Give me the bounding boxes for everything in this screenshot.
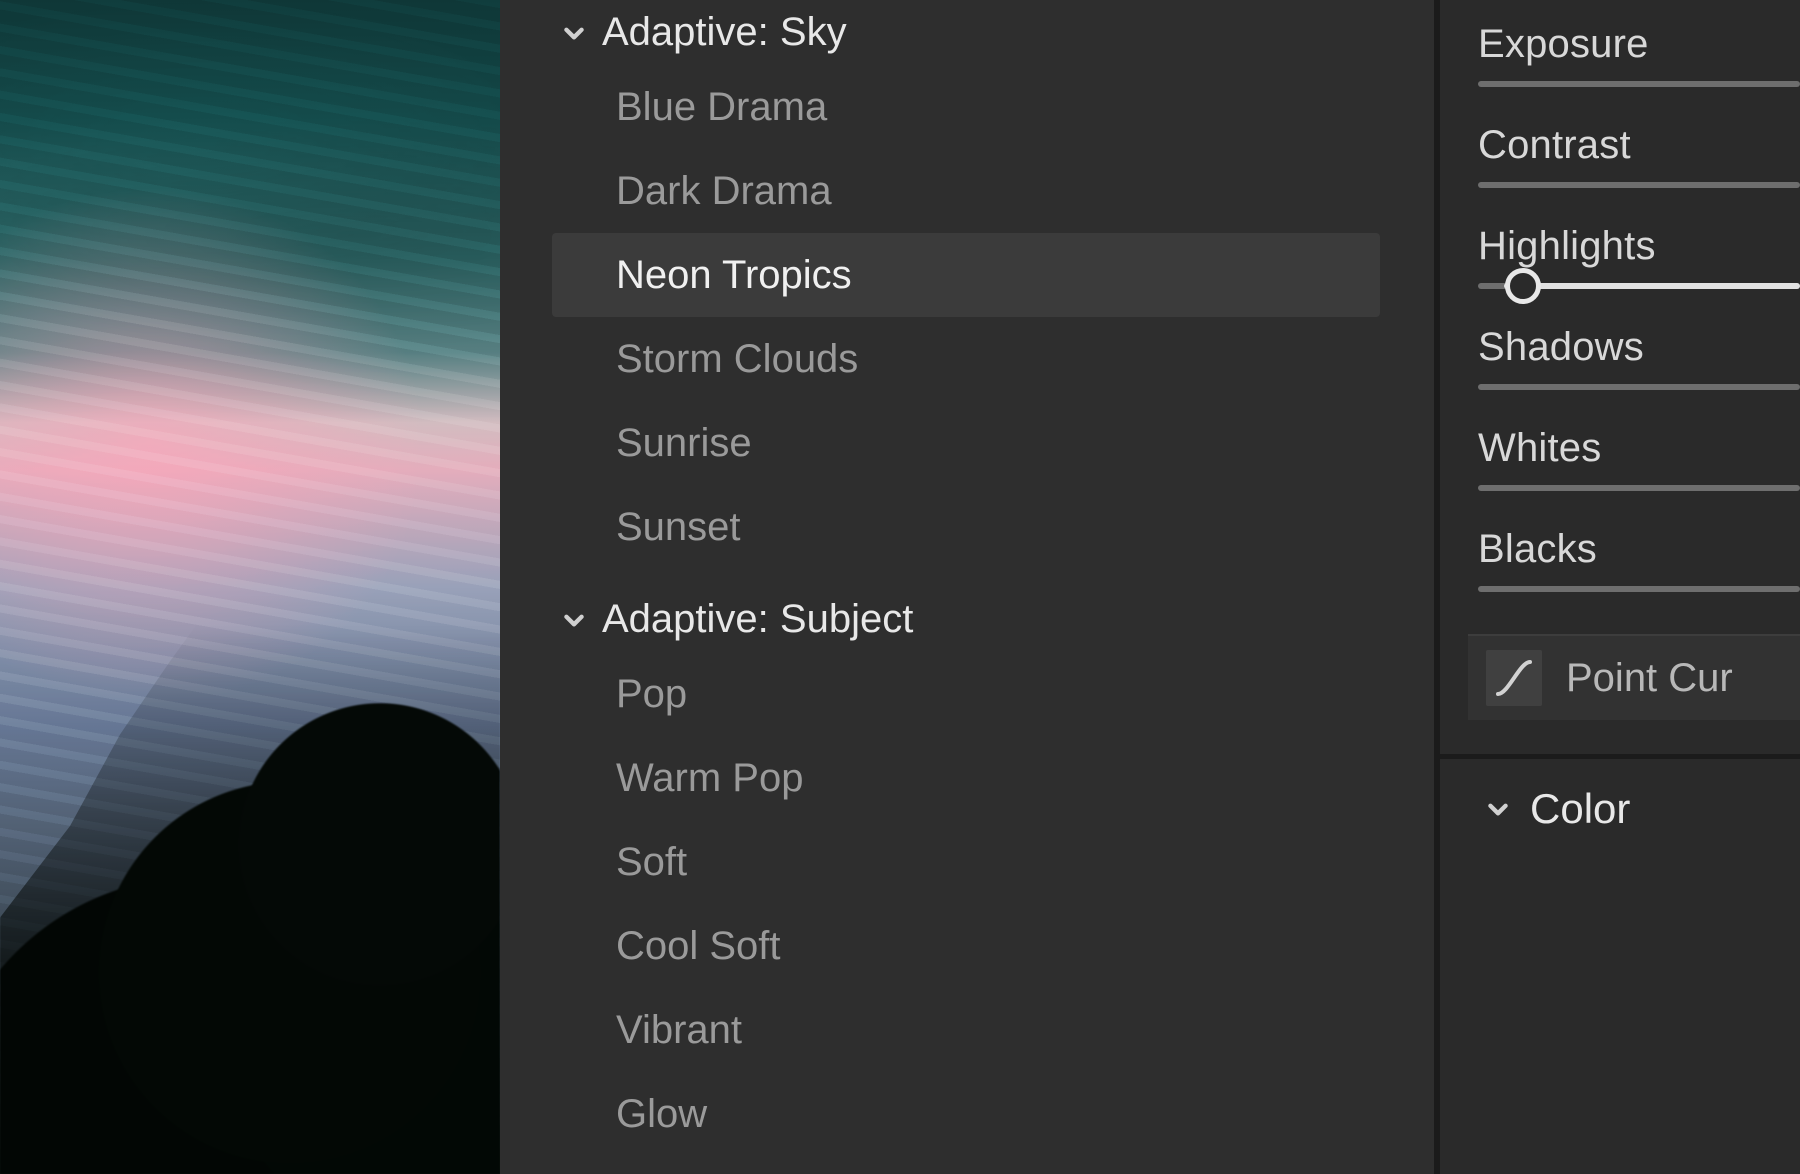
preset-group-header-sky[interactable]: Adaptive: Sky	[560, 0, 1374, 65]
exposure-adjust: Exposure	[1478, 22, 1800, 87]
exposure-slider[interactable]	[1478, 81, 1800, 87]
preset-group-title: Adaptive: Sky	[602, 10, 847, 55]
photo-preview	[0, 0, 500, 1174]
whites-slider[interactable]	[1478, 485, 1800, 491]
preset-group-header-subject[interactable]: Adaptive: Subject	[560, 587, 1374, 652]
blacks-label: Blacks	[1478, 527, 1800, 572]
highlights-thumb[interactable]	[1505, 268, 1541, 304]
curve-icon	[1486, 650, 1542, 706]
chevron-down-icon	[560, 19, 588, 47]
preset-group-title: Adaptive: Subject	[602, 597, 913, 642]
highlights-label: Highlights	[1478, 224, 1800, 269]
color-section-header[interactable]: Color	[1478, 785, 1800, 833]
point-curve-button[interactable]: Point Cur	[1468, 634, 1800, 720]
color-section-label: Color	[1530, 785, 1630, 833]
preset-item[interactable]: Cool Soft	[560, 904, 1374, 988]
exposure-label: Exposure	[1478, 22, 1800, 67]
blacks-slider[interactable]	[1478, 586, 1800, 592]
blacks-adjust: Blacks	[1478, 527, 1800, 592]
preset-item[interactable]: Blue Drama	[560, 65, 1374, 149]
chevron-down-icon	[560, 606, 588, 634]
preset-item[interactable]: Glow	[560, 1072, 1374, 1156]
highlights-slider[interactable]	[1478, 283, 1800, 289]
preset-item[interactable]: Soft	[560, 820, 1374, 904]
preset-item[interactable]: Sunrise	[560, 401, 1374, 485]
shadows-slider[interactable]	[1478, 384, 1800, 390]
preset-item[interactable]: Vibrant	[560, 988, 1374, 1072]
chevron-down-icon	[1484, 795, 1512, 823]
preset-group-sky: Adaptive: Sky Blue Drama Dark Drama Neon…	[560, 0, 1374, 569]
whites-adjust: Whites	[1478, 426, 1800, 491]
contrast-adjust: Contrast	[1478, 123, 1800, 188]
adjust-panel: Exposure Contrast Highlights Shadows Whi…	[1440, 0, 1800, 1174]
preset-item[interactable]: Pop	[560, 652, 1374, 736]
preset-item[interactable]: Neon Tropics	[552, 233, 1380, 317]
contrast-slider[interactable]	[1478, 182, 1800, 188]
preset-item[interactable]: Warm Pop	[560, 736, 1374, 820]
contrast-label: Contrast	[1478, 123, 1800, 168]
preset-item[interactable]: Dark Drama	[560, 149, 1374, 233]
whites-label: Whites	[1478, 426, 1800, 471]
point-curve-label: Point Cur	[1566, 656, 1733, 701]
preset-item[interactable]: Sunset	[560, 485, 1374, 569]
preset-item[interactable]: Storm Clouds	[560, 317, 1374, 401]
shadows-label: Shadows	[1478, 325, 1800, 370]
shadows-adjust: Shadows	[1478, 325, 1800, 390]
preset-group-subject: Adaptive: Subject Pop Warm Pop Soft Cool…	[560, 587, 1374, 1156]
highlights-adjust: Highlights	[1478, 224, 1800, 289]
presets-panel: Adaptive: Sky Blue Drama Dark Drama Neon…	[500, 0, 1440, 1174]
panel-divider	[1440, 754, 1800, 759]
